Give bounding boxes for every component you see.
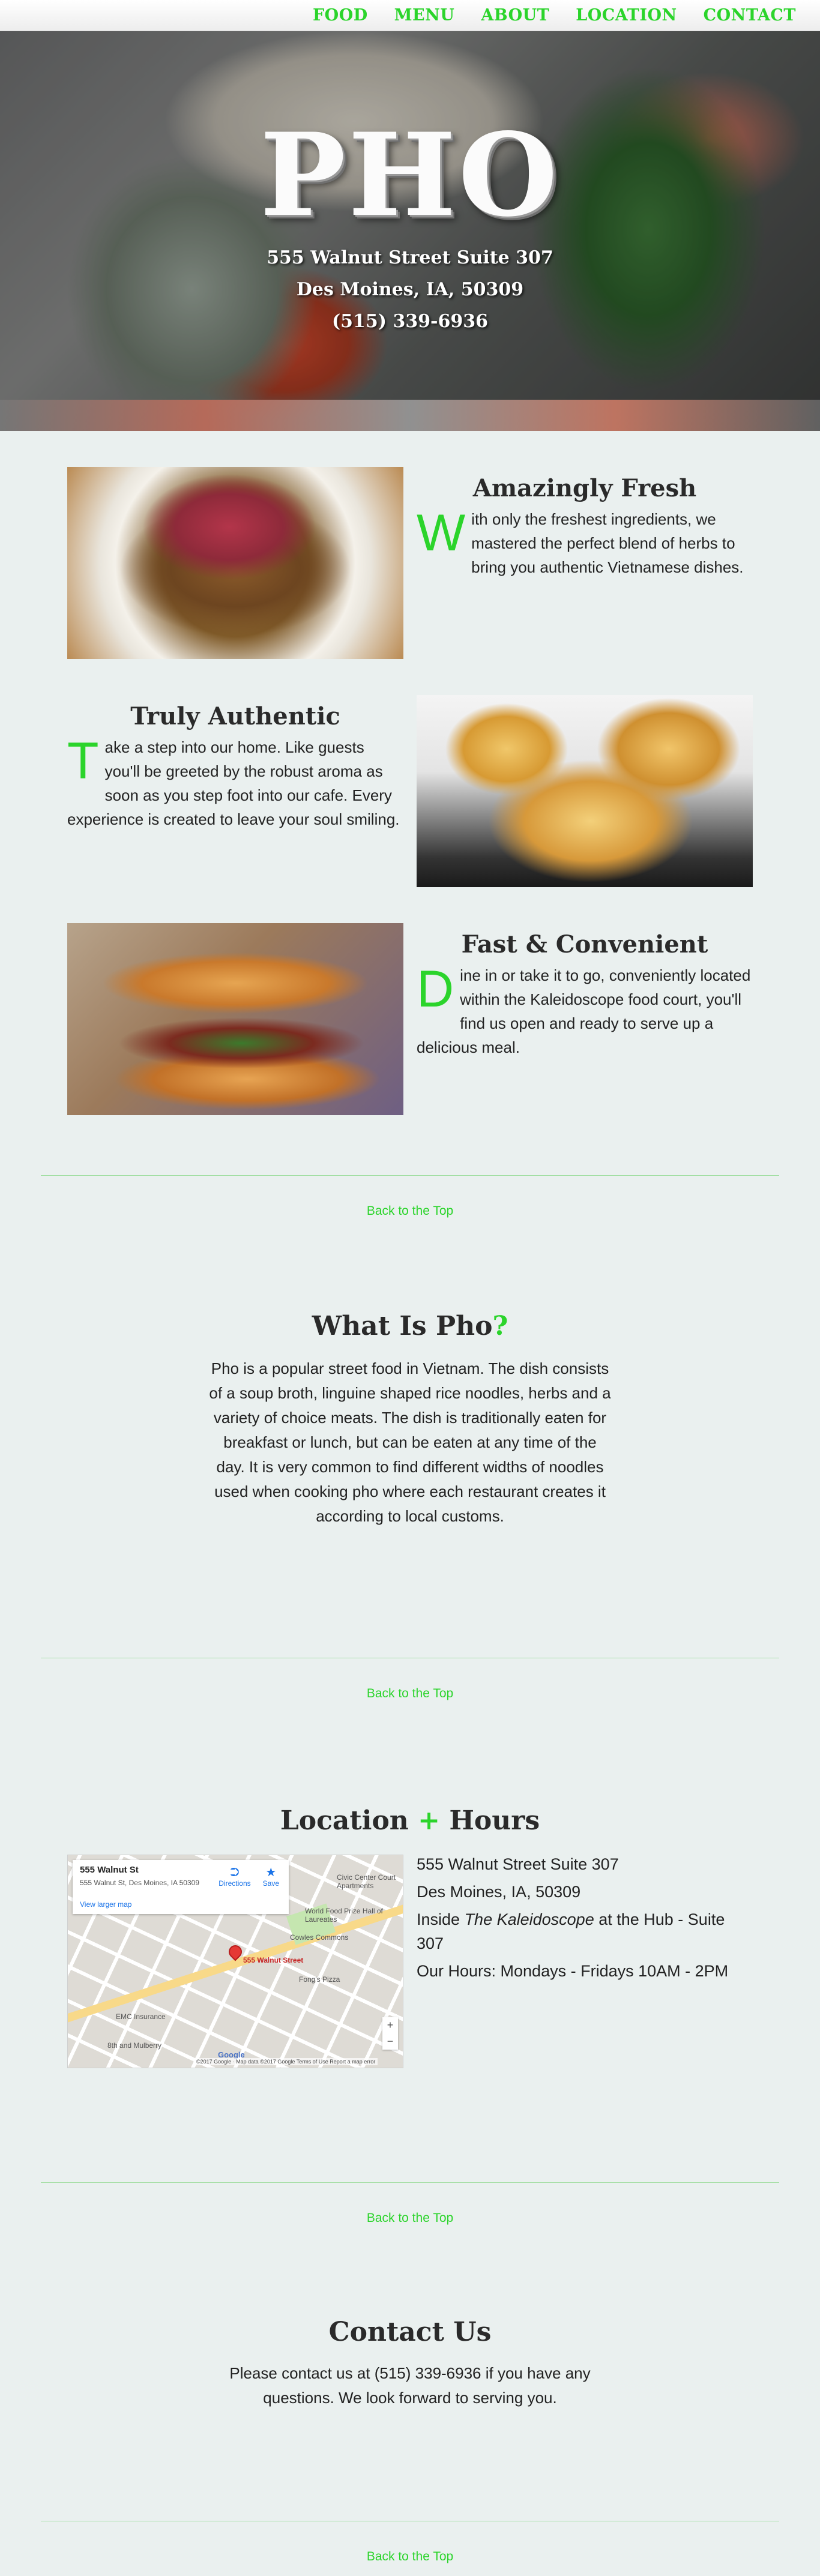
feature-fresh-body: With only the freshest ingredients, we m…: [417, 507, 753, 579]
feature-fresh-title: Amazingly Fresh: [472, 474, 697, 502]
nav-contact[interactable]: CONTACT: [704, 6, 796, 25]
location-inside: Inside The Kaleidoscope at the Hub - Sui…: [417, 1907, 753, 1955]
hero-title: PHO: [260, 108, 560, 242]
zoom-in-icon[interactable]: +: [387, 2019, 394, 2032]
about-text: Pho is a popular street food in Vietnam.…: [209, 1359, 611, 1525]
nav-food[interactable]: FOOD: [313, 6, 368, 25]
crab-rangoon-image: [417, 695, 753, 887]
contact-title: Contact Us: [328, 2317, 492, 2347]
zoom-out-icon[interactable]: −: [387, 2035, 394, 2048]
location-hours: Our Hours: Mondays - Fridays 10AM - 2PM: [417, 1962, 729, 1980]
navbar: FOOD MENU ABOUT LOCATION CONTACT: [0, 0, 820, 31]
hero-phone: (515) 339-6936: [331, 311, 489, 332]
location-details: 555 Walnut Street Suite 307 Des Moines, …: [417, 1852, 753, 1987]
location-title-accent: +: [418, 1805, 440, 1836]
star-icon: ★: [265, 1866, 277, 1879]
map-label: 8th and Mulberry: [107, 2041, 162, 2050]
feature-convenient: Fast & Convenient Dine in or take it to …: [67, 923, 753, 1115]
map-card-actions: ⮊ Directions ★ Save: [219, 1866, 279, 1888]
map-label: Fong's Pizza: [299, 1975, 340, 1984]
map-label: Civic Center Court Apartments: [337, 1873, 396, 1890]
location-city: Des Moines, IA, 50309: [417, 1883, 581, 1901]
feature-convenient-text: Fast & Convenient Dine in or take it to …: [417, 930, 753, 1059]
map-save-label: Save: [262, 1879, 279, 1888]
feature-convenient-title: Fast & Convenient: [461, 930, 708, 958]
map-pin-label: 555 Walnut Street: [243, 1956, 304, 1964]
about-title-accent: ?: [492, 1311, 508, 1341]
section-divider: [41, 1175, 779, 1176]
banh-mi-image: [67, 923, 403, 1115]
feature-authentic-text: Truly Authentic Take a step into our hom…: [67, 702, 403, 831]
location-inside-name: The Kaleidoscope: [464, 1910, 594, 1928]
feature-fresh-text: Amazingly Fresh With only the freshest i…: [417, 474, 753, 579]
location-title: Location + Hours: [0, 1805, 820, 1836]
hero-address: 555 Walnut Street Suite 307: [267, 247, 553, 268]
about-title-text: What Is Pho: [312, 1311, 493, 1341]
hero-content: PHO 555 Walnut Street Suite 307 Des Moin…: [0, 31, 820, 431]
map-info-card: 555 Walnut St 555 Walnut St, Des Moines,…: [73, 1860, 289, 1914]
dropcap: T: [67, 732, 99, 790]
map-save-button[interactable]: ★ Save: [263, 1866, 279, 1888]
contact-text: Please contact us at (515) 339-6936 if y…: [229, 2364, 591, 2407]
dropcap: D: [417, 960, 454, 1018]
feature-fresh: Amazingly Fresh With only the freshest i…: [67, 467, 753, 659]
map-label: World Food Prize Hall of Laureates: [305, 1907, 383, 1924]
map-zoom-control[interactable]: + −: [382, 2017, 398, 2050]
feature-convenient-body: Dine in or take it to go, conveniently l…: [417, 963, 753, 1059]
feature-fresh-paragraph: ith only the freshest ingredients, we ma…: [471, 510, 744, 576]
back-to-top-link[interactable]: Back to the Top: [0, 1687, 820, 1701]
map-label: Cowles Commons: [290, 1933, 349, 1942]
location-title-right: Hours: [449, 1805, 540, 1836]
back-to-top-link[interactable]: Back to the Top: [0, 2211, 820, 2225]
back-to-top-link[interactable]: Back to the Top: [0, 2550, 820, 2564]
map-footer: ©2017 Google · Map data ©2017 Google Ter…: [194, 2058, 378, 2065]
nav-location[interactable]: LOCATION: [576, 6, 677, 25]
feature-authentic: Truly Authentic Take a step into our hom…: [67, 695, 753, 887]
pho-bowl-image: [67, 467, 403, 659]
section-divider: [41, 2182, 779, 2183]
back-to-top-link[interactable]: Back to the Top: [0, 1204, 820, 1218]
embedded-map[interactable]: Civic Center Court Apartments World Food…: [67, 1855, 403, 2068]
location-address: 555 Walnut Street Suite 307: [417, 1855, 619, 1873]
map-directions-button[interactable]: ⮊ Directions: [219, 1866, 250, 1888]
about-title: What Is Pho?: [0, 1311, 820, 1341]
directions-icon: ⮊: [230, 1866, 240, 1879]
nav-about[interactable]: ABOUT: [481, 6, 549, 25]
feature-authentic-title: Truly Authentic: [130, 702, 340, 730]
location-title-left: Location: [280, 1805, 409, 1836]
location-inside-prefix: Inside: [417, 1910, 465, 1928]
map-label: EMC Insurance: [116, 2012, 166, 2021]
feature-authentic-body: Take a step into our home. Like guests y…: [67, 735, 403, 831]
hero-city: Des Moines, IA, 50309: [296, 279, 524, 300]
map-directions-label: Directions: [219, 1879, 251, 1888]
hero-banner: PHO 555 Walnut Street Suite 307 Des Moin…: [0, 31, 820, 431]
view-larger-map-link[interactable]: View larger map: [80, 1900, 282, 1909]
dropcap: W: [417, 504, 466, 562]
feature-authentic-paragraph: ake a step into our home. Like guests yo…: [67, 738, 400, 828]
nav-menu[interactable]: MENU: [394, 6, 455, 25]
feature-convenient-paragraph: ine in or take it to go, conveniently lo…: [417, 966, 751, 1056]
